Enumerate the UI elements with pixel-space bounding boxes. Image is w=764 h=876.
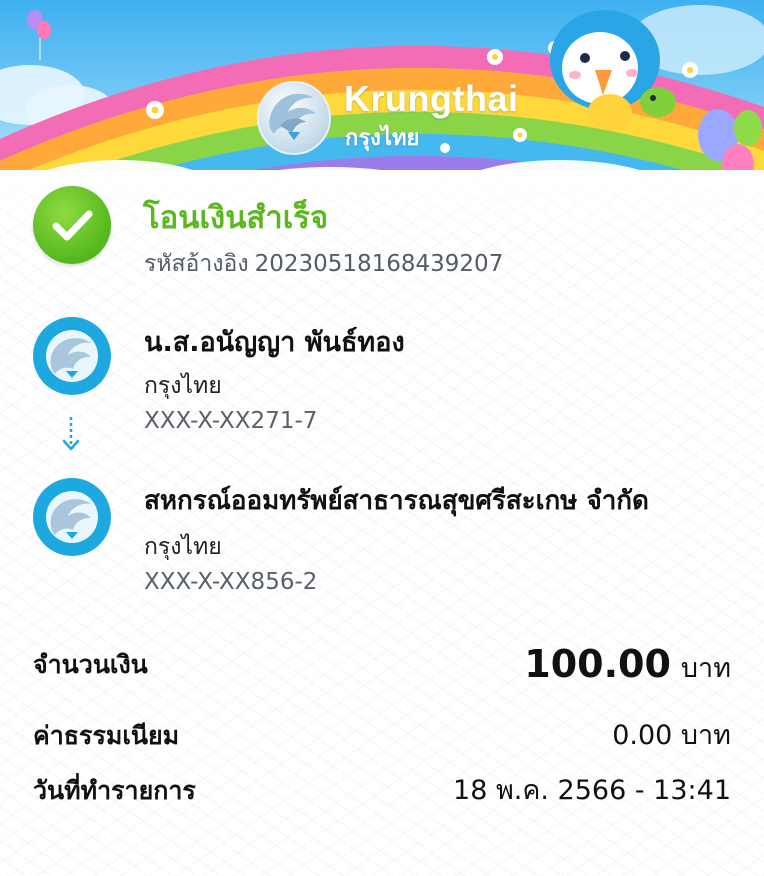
amount-unit: บาท [680, 653, 731, 684]
krungthai-logo: Krungthai กรุงไทย [252, 74, 542, 164]
sender-bank-logo [33, 317, 111, 395]
date-label: วันที่ทำรายการ [33, 776, 196, 805]
bird-emblem-icon [257, 81, 331, 155]
receiver-bank: กรุงไทย [144, 534, 222, 560]
date-value: 18 พ.ค. 2566 - 13:41 [453, 775, 731, 806]
amount-label: จำนวนเงิน [33, 650, 148, 679]
brand-name-thai: กรุงไทย [345, 126, 420, 151]
receiver-account: XXX-X-XX856-2 [144, 569, 318, 595]
sender-account: XXX-X-XX271-7 [144, 408, 318, 434]
status-title: โอนเงินสำเร็จ [143, 200, 329, 236]
sender-bank: กรุงไทย [144, 373, 222, 399]
amount-value: 100.00 [524, 642, 671, 686]
reference-line: รหัสอ้างอิง 20230518168439207 [144, 246, 503, 282]
amount-value-row: 100.00 บาท [524, 642, 731, 689]
reference-label: รหัสอ้างอิง [144, 251, 249, 277]
arrow-down-icon [62, 417, 80, 451]
success-check-icon [33, 186, 111, 264]
fee-label: ค่าธรรมเนียม [33, 721, 180, 750]
sender-name: น.ส.อนัญญา พันธ์ทอง [144, 327, 405, 358]
receiver-bank-logo [33, 478, 111, 556]
reference-number: 20230518168439207 [254, 251, 504, 277]
fee-value: 0.00 บาท [612, 720, 731, 751]
brand-name-english: Krungthai [344, 78, 519, 119]
receiver-name: สหกรณ์ออมทรัพย์สาธารณสุขศรีสะเกษ จำกัด [144, 486, 649, 516]
